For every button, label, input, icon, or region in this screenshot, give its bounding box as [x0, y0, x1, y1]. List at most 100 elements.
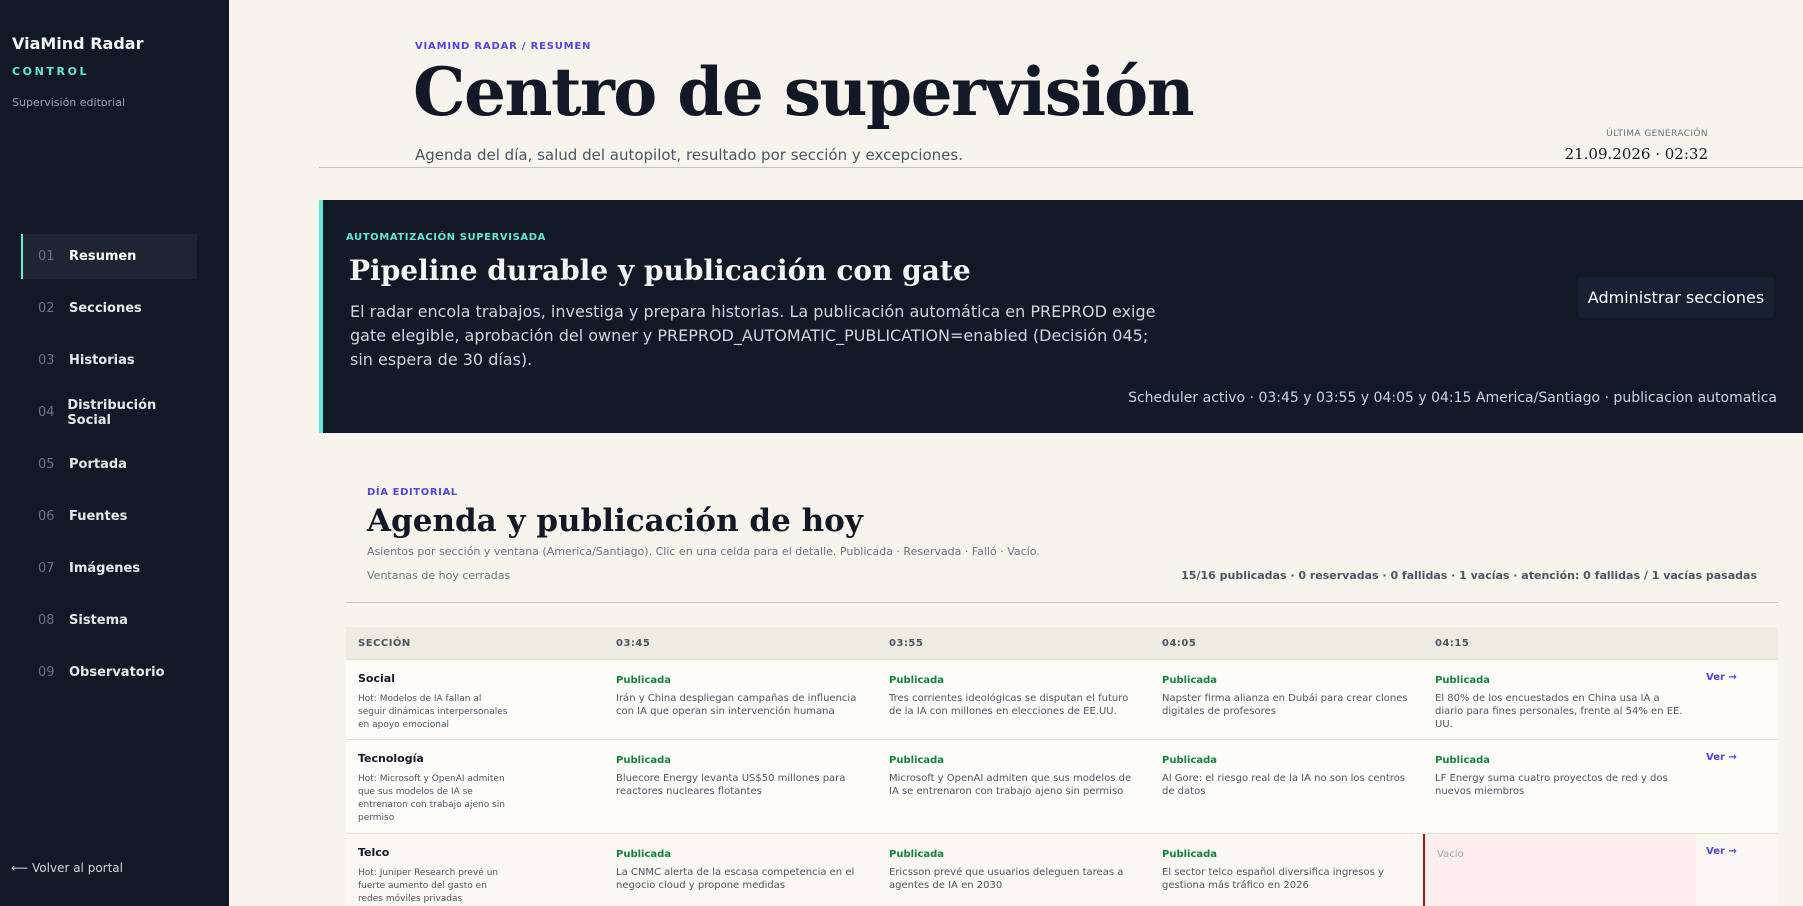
sidebar-item-label: Historias — [69, 353, 135, 368]
slot-story: Microsoft y OpenAI admiten que sus model… — [889, 773, 1132, 797]
column-header-slot: 03:55 — [889, 637, 924, 649]
sidebar-item-label: Sistema — [69, 613, 128, 628]
slot-status: Publicada — [889, 755, 945, 766]
last-generation-label: ÚLTIMA GENERACIÓN — [1606, 129, 1708, 139]
sidebar-item-portada[interactable]: 05 Portada — [21, 442, 197, 487]
sidebar-item-fuentes[interactable]: 06 Fuentes — [21, 494, 197, 539]
sidebar-item-imagenes[interactable]: 07 Imágenes — [21, 546, 197, 591]
view-row-link[interactable]: Ver → — [1696, 660, 1778, 740]
brand-subtitle: CONTROL — [12, 65, 90, 78]
back-to-portal-link[interactable]: ⟵ Volver al portal — [11, 861, 123, 875]
sidebar-item-sistema[interactable]: 08 Sistema — [21, 598, 197, 643]
column-header-slot: 03:45 — [616, 637, 651, 649]
slot-status: Publicada — [616, 675, 672, 686]
column-header-section: SECCIÓN — [358, 637, 411, 649]
sidebar-item-number: 09 — [38, 665, 55, 680]
agenda-stats: 15/16 publicadas · 0 reservadas · 0 fall… — [1181, 569, 1757, 582]
slot-cell[interactable]: Publicada Ericsson prevé que usuarios de… — [877, 834, 1150, 906]
view-row-link[interactable]: Ver → — [1696, 740, 1778, 833]
sidebar-item-label: Distribución Social — [67, 397, 157, 428]
sidebar-item-distribucion-social[interactable]: 04 Distribución Social — [21, 390, 197, 435]
slot-cell[interactable]: Publicada El 80% de los encuestados en C… — [1423, 660, 1696, 740]
section-name: Social — [358, 672, 395, 685]
slot-story: LF Energy suma cuatro proyectos de red y… — [1435, 773, 1668, 797]
section-name: Tecnología — [358, 752, 424, 765]
section-cell: Tecnología Hot: Microsoft y OpenAI admit… — [346, 740, 604, 833]
sidebar-item-historias[interactable]: 03 Historias — [21, 338, 197, 383]
sidebar-item-resumen[interactable]: 01 Resumen — [21, 234, 197, 279]
slot-cell[interactable]: Publicada Bluecore Energy levanta US$50 … — [604, 740, 877, 833]
header-divider — [319, 167, 1803, 168]
column-header-slot: 04:05 — [1162, 637, 1197, 649]
slot-story: Irán y China despliegan campañas de infl… — [616, 693, 857, 717]
sidebar-item-label: Secciones — [69, 301, 142, 316]
slot-story: Tres corrientes ideológicas se disputan … — [889, 693, 1129, 717]
slot-story: Napster firma alianza en Dubái para crea… — [1162, 693, 1408, 717]
breadcrumb: VIAMIND RADAR / RESUMEN — [415, 41, 592, 52]
sidebar-item-label: Observatorio — [69, 665, 165, 680]
slot-cell[interactable]: Publicada Irán y China despliegan campañ… — [604, 660, 877, 740]
table-row: Telco Hot: Juniper Research prevé un fue… — [346, 833, 1778, 906]
sidebar-item-number: 08 — [38, 613, 55, 628]
slot-status: Vacío — [1437, 849, 1464, 860]
slot-story: Bluecore Energy levanta US$50 millones p… — [616, 773, 846, 797]
sidebar-item-number: 01 — [38, 249, 55, 264]
sidebar-item-label: Fuentes — [69, 509, 128, 524]
sidebar-item-number: 03 — [38, 353, 55, 368]
agenda-table: SECCIÓN 03:45 03:55 04:05 04:15 Social H… — [346, 627, 1778, 906]
slot-story: La CNMC alerta de la escasa competencia … — [616, 867, 855, 891]
slot-cell[interactable]: Publicada Al Gore: el riesgo real de la … — [1150, 740, 1423, 833]
agenda-title: Agenda y publicación de hoy — [367, 503, 863, 539]
slot-story: Ericsson prevé que usuarios deleguen tar… — [889, 867, 1124, 891]
slot-status: Publicada — [1162, 675, 1218, 686]
column-header-slot: 04:15 — [1435, 637, 1470, 649]
slot-cell[interactable]: Publicada Tres corrientes ideológicas se… — [877, 660, 1150, 740]
slot-status: Publicada — [616, 849, 672, 860]
sidebar-item-label: Portada — [69, 457, 127, 472]
sidebar-item-secciones[interactable]: 02 Secciones — [21, 286, 197, 331]
sidebar-item-number: 05 — [38, 457, 55, 472]
slot-cell[interactable]: Publicada La CNMC alerta de la escasa co… — [604, 834, 877, 906]
sidebar-item-number: 04 — [38, 405, 55, 420]
agenda-kicker: DÍA EDITORIAL — [367, 487, 458, 498]
banner-description: El radar encola trabajos, investiga y pr… — [350, 302, 1156, 369]
agenda-divider — [346, 602, 1778, 603]
table-row: Social Hot: Modelos de IA fallan al segu… — [346, 659, 1778, 739]
slot-cell[interactable]: Publicada LF Energy suma cuatro proyecto… — [1423, 740, 1696, 833]
slot-cell[interactable]: Publicada Napster firma alianza en Dubái… — [1150, 660, 1423, 740]
sidebar-item-observatorio[interactable]: 09 Observatorio — [21, 650, 197, 695]
slot-cell-empty[interactable]: Vacío — [1423, 834, 1696, 906]
slot-story: El 80% de los encuestados en China usa I… — [1435, 693, 1683, 730]
agenda-description: Asientos por sección y ventana (America/… — [367, 545, 1040, 558]
sidebar-item-number: 02 — [38, 301, 55, 316]
slot-status: Publicada — [1435, 675, 1491, 686]
banner-title: Pipeline durable y publicación con gate — [349, 254, 971, 287]
slot-status: Publicada — [889, 675, 945, 686]
slot-cell[interactable]: Publicada Microsoft y OpenAI admiten que… — [877, 740, 1150, 833]
table-row: Tecnología Hot: Microsoft y OpenAI admit… — [346, 739, 1778, 833]
slot-status: Publicada — [889, 849, 945, 860]
slot-status: Publicada — [616, 755, 672, 766]
banner-kicker: AUTOMATIZACIÓN SUPERVISADA — [346, 232, 546, 243]
windows-closed-status: Ventanas de hoy cerradas — [367, 569, 511, 582]
section-cell: Telco Hot: Juniper Research prevé un fue… — [346, 834, 604, 906]
manage-sections-button[interactable]: Administrar secciones — [1578, 277, 1774, 318]
sidebar: ViaMind Radar CONTROL Supervisión editor… — [0, 0, 229, 906]
slot-cell[interactable]: Publicada El sector telco español divers… — [1150, 834, 1423, 906]
brand-description: Supervisión editorial — [12, 96, 126, 109]
last-generation-value: 21.09.2026 · 02:32 — [1564, 145, 1708, 163]
page-title: Centro de supervisión — [413, 53, 1195, 131]
slot-story: El sector telco español diversifica ingr… — [1162, 867, 1384, 891]
section-hot-topic: Hot: Microsoft y OpenAI admiten que sus … — [358, 774, 505, 823]
section-cell: Social Hot: Modelos de IA fallan al segu… — [346, 660, 604, 740]
view-row-link[interactable]: Ver → — [1696, 834, 1778, 906]
sidebar-item-number: 07 — [38, 561, 55, 576]
page-subtitle: Agenda del día, salud del autopilot, res… — [415, 146, 963, 164]
slot-status: Publicada — [1162, 755, 1218, 766]
sidebar-item-label: Resumen — [69, 249, 137, 264]
sidebar-item-label: Imágenes — [69, 561, 141, 576]
section-hot-topic: Hot: Modelos de IA fallan al seguir diná… — [358, 694, 508, 730]
brand-title: ViaMind Radar — [12, 34, 144, 53]
section-hot-topic: Hot: Juniper Research prevé un fuerte au… — [358, 868, 499, 904]
section-name: Telco — [358, 846, 390, 859]
